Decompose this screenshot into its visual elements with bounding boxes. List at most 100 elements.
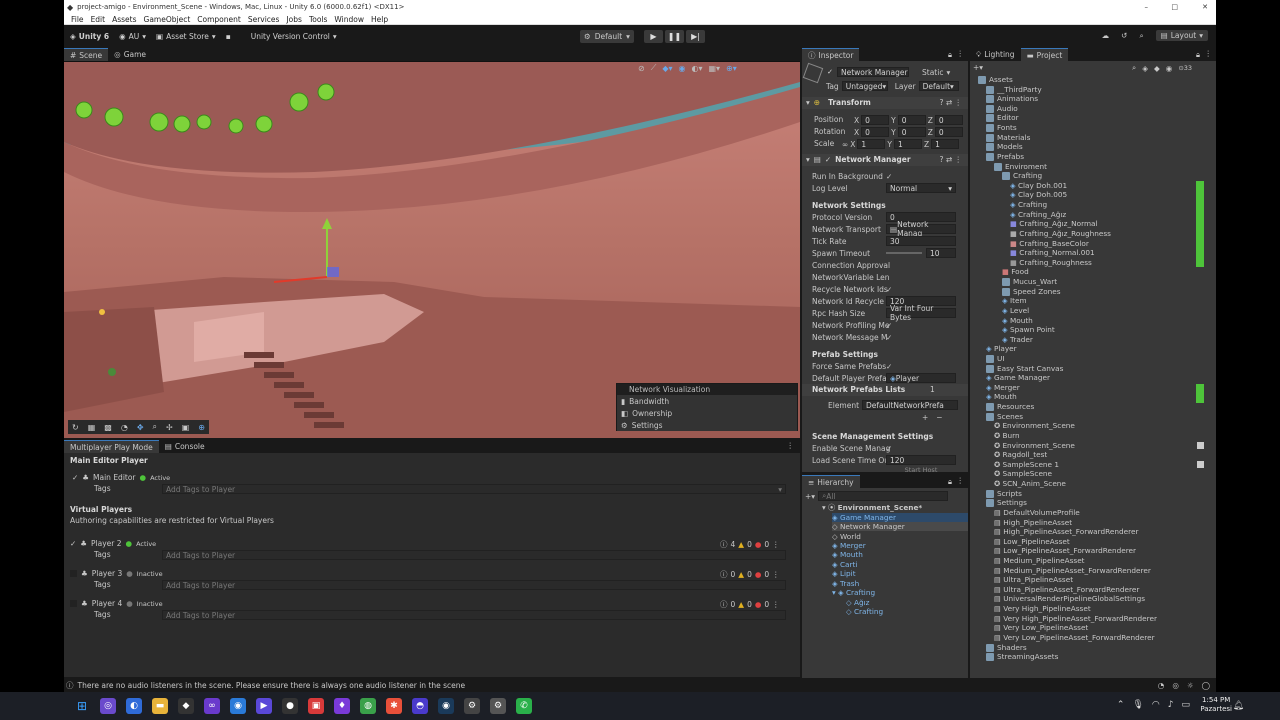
rotate-icon[interactable]: ↻ xyxy=(72,423,79,432)
activity-icon[interactable]: ◔ xyxy=(1158,681,1165,690)
player-checkbox[interactable] xyxy=(70,600,77,607)
move-tool-icon[interactable]: ✥ xyxy=(137,423,144,432)
tags-field-player-4[interactable]: Add Tags to Player xyxy=(162,610,786,620)
component-menu-icon[interactable]: ? ⇄ ⋮ xyxy=(939,98,962,107)
status-bar[interactable]: ⓘ There are no audio listeners in the sc… xyxy=(64,679,1216,691)
active-checkbox[interactable]: ✓ xyxy=(826,68,834,76)
step-button[interactable]: ▶| xyxy=(686,30,705,43)
project-item[interactable]: ✪ Burn xyxy=(994,431,1020,440)
tab-inspector[interactable]: ⓘ Inspector xyxy=(802,48,860,61)
package-button[interactable]: ▪ xyxy=(226,32,231,41)
more-icon[interactable]: ⋮ xyxy=(772,540,780,549)
search-icon[interactable]: ⌕ xyxy=(1139,31,1143,41)
player-checkbox[interactable]: ✓ xyxy=(70,539,76,548)
enable-scene-checkbox[interactable]: ✓ xyxy=(886,444,892,453)
project-item[interactable]: __ThirdParty xyxy=(986,85,1042,94)
project-item[interactable]: ■ Crafting_Roughness xyxy=(1010,258,1092,267)
player-checkbox[interactable] xyxy=(70,570,77,577)
add-icon[interactable]: +▾ xyxy=(973,63,983,72)
rotation-z[interactable]: 0 xyxy=(934,127,963,137)
more-icon[interactable]: ⋮ xyxy=(787,441,795,450)
whatsapp-icon[interactable]: ✆ xyxy=(516,698,532,714)
project-item[interactable]: Mucus_Wart xyxy=(1002,277,1057,287)
layer-dropdown[interactable]: Default ▾ xyxy=(918,81,959,91)
windows-start-icon[interactable]: ⊞ xyxy=(74,698,90,714)
hierarchy-item[interactable]: ◈ Game Manager xyxy=(832,513,968,522)
project-item[interactable]: ✪ Environment_Scene xyxy=(994,441,1075,450)
app-icon[interactable]: ✱ xyxy=(386,698,402,714)
history-icon[interactable]: ↺ xyxy=(1121,31,1127,40)
network-manager-header[interactable]: ▾ ▤ ✓ Network Manager ? ⇄ ⋮ xyxy=(802,154,968,166)
project-item[interactable]: ▤ High_PipelineAsset xyxy=(994,518,1072,527)
more-icon[interactable]: ⋮ xyxy=(957,49,965,58)
run-in-background-checkbox[interactable]: ✓ xyxy=(886,172,892,181)
project-item[interactable]: Assets xyxy=(978,75,1013,84)
project-item[interactable]: ✪ SampleScene 1 xyxy=(994,460,1059,469)
add-icon[interactable]: +▾ xyxy=(805,492,815,501)
project-item[interactable]: ◈ Player xyxy=(986,344,1017,353)
tab-lighting[interactable]: 💡︎ Lighting xyxy=(970,48,1021,61)
ownership-item[interactable]: ◧ Ownership xyxy=(617,407,797,419)
project-item[interactable]: Resources xyxy=(986,402,1034,412)
default-player-field[interactable]: ◈ Player xyxy=(886,373,956,383)
position-y[interactable]: 0 xyxy=(897,115,926,125)
hierarchy-item[interactable]: ◈ Carti xyxy=(832,560,857,569)
position-x[interactable]: 0 xyxy=(861,115,890,125)
menu-tools[interactable]: Tools xyxy=(309,15,327,24)
hierarchy-item[interactable]: ◇ Crafting xyxy=(846,607,883,616)
project-item[interactable]: ▤ Very Low_PipelineAsset_ForwardRenderer xyxy=(994,633,1155,642)
menu-component[interactable]: Component xyxy=(197,15,241,24)
project-item[interactable]: ✪ SampleScene xyxy=(994,469,1052,478)
log-level-dropdown[interactable]: Normal ▾ xyxy=(886,183,956,193)
lock-icon[interactable]: 🔒︎ xyxy=(948,477,952,487)
hierarchy-item[interactable]: ◈ Merger xyxy=(832,541,866,550)
object-name-field[interactable]: Network Manager xyxy=(837,67,909,77)
visibility-icon[interactable]: ◉ xyxy=(678,64,685,73)
account-button[interactable]: ◉ AU ▾ xyxy=(119,32,146,41)
tab-game[interactable]: ◎ Game xyxy=(108,48,152,61)
unity-menu-button[interactable]: ◈ Unity 6 xyxy=(70,32,109,41)
load-timeout-field[interactable]: 120 xyxy=(886,455,956,465)
project-item[interactable]: Editor xyxy=(986,113,1019,123)
project-item[interactable]: Prefabs xyxy=(986,152,1024,161)
project-item[interactable]: ✪ Environment_Scene xyxy=(994,421,1075,430)
tag-dropdown[interactable]: Untagged ▾ xyxy=(841,81,888,91)
project-item[interactable]: ▤ DefaultVolumeProfile xyxy=(994,508,1080,517)
recycle-ids-checkbox[interactable]: ✓ xyxy=(886,285,892,294)
maximize-button[interactable]: □ xyxy=(1171,3,1178,11)
hierarchy-item[interactable]: ◇ World xyxy=(832,532,861,541)
project-item[interactable]: Models xyxy=(986,142,1023,152)
project-item[interactable]: ▤ Very Low_PipelineAsset xyxy=(994,623,1088,632)
app-icon[interactable]: ♦ xyxy=(334,698,350,714)
project-item[interactable]: Crafting xyxy=(1002,171,1042,181)
prefab-lists-header[interactable]: Network Prefabs Lists 1 xyxy=(802,384,968,396)
tools-icon[interactable]: ⟋ xyxy=(651,63,657,73)
project-item[interactable]: UI xyxy=(986,354,1005,363)
project-item[interactable]: Scenes xyxy=(986,412,1023,421)
project-item[interactable]: ◈ Merger xyxy=(986,383,1020,392)
grid-icon[interactable]: ▦ xyxy=(88,423,96,432)
project-item[interactable]: ✪ SCN_Anim_Scene xyxy=(994,479,1066,488)
project-item[interactable]: ◈ Mouth xyxy=(986,392,1017,401)
project-item[interactable]: ▤ Ultra_PipelineAsset xyxy=(994,575,1073,584)
github-icon[interactable]: ● xyxy=(282,698,298,714)
rpc-hash-dropdown[interactable]: Var Int Four Bytes xyxy=(886,304,956,322)
more-icon[interactable]: ⋮ xyxy=(957,476,965,485)
chevron-up-icon[interactable]: ⌃ xyxy=(1117,700,1125,710)
rotation-y[interactable]: 0 xyxy=(897,127,926,137)
project-item[interactable]: ▤ Medium_PipelineAsset_ForwardRenderer xyxy=(994,566,1151,575)
lock-icon[interactable]: 🔒︎ xyxy=(1196,50,1200,60)
hierarchy-scene-root[interactable]: ▾ ⦿ Environment_Scene* xyxy=(822,503,922,513)
play-mode-dropdown[interactable]: ⚙ Default ▾ xyxy=(580,30,634,43)
project-item[interactable]: ◈ Crafting xyxy=(1010,200,1047,209)
file-explorer-icon[interactable]: ▬ xyxy=(152,698,168,714)
transform-header[interactable]: ▾ ⊕ Transform ? ⇄ ⋮ xyxy=(802,97,968,109)
project-item[interactable]: ◈ Spawn Point xyxy=(1002,325,1055,334)
menu-assets[interactable]: Assets xyxy=(112,15,136,24)
pan-icon[interactable]: ✢ xyxy=(166,423,173,432)
settings-item[interactable]: ⚙ Settings xyxy=(617,419,797,431)
search-filter-icon[interactable]: ⌕ xyxy=(1132,63,1136,73)
pause-button[interactable]: ❚❚ xyxy=(665,30,684,43)
version-control-button[interactable]: Unity Version Control ▾ xyxy=(251,32,337,41)
tab-multiplayer-play-mode[interactable]: Multiplayer Play Mode xyxy=(64,440,159,453)
